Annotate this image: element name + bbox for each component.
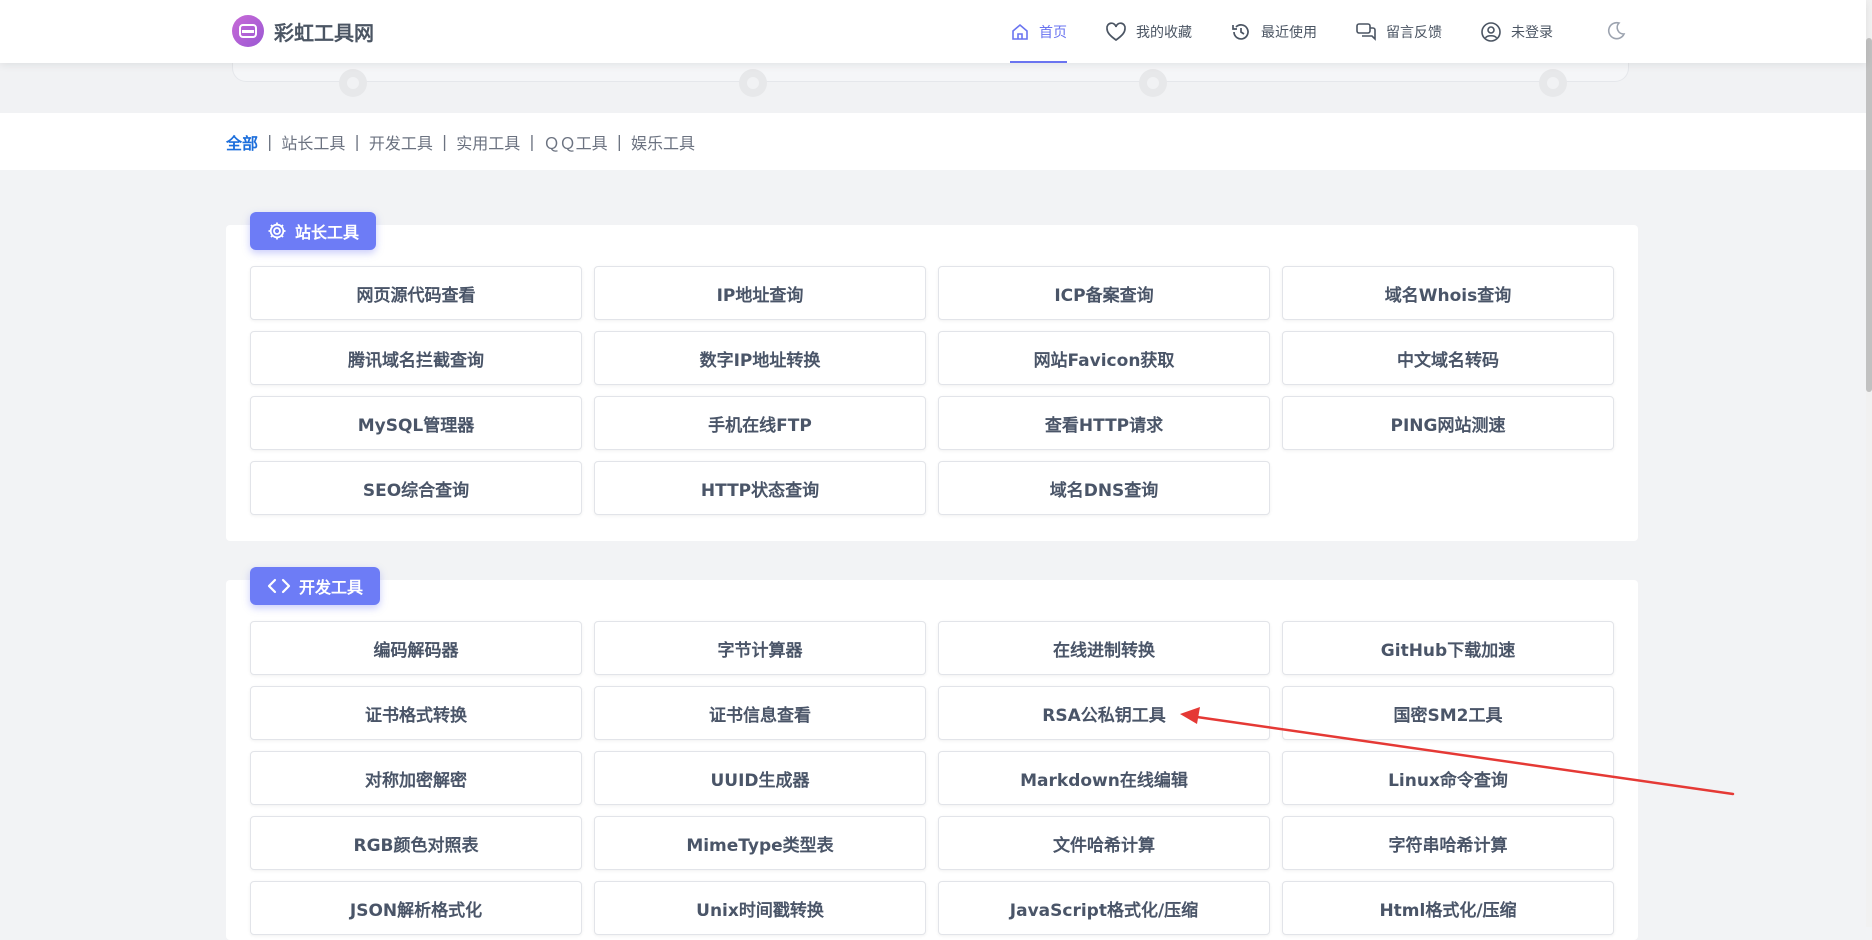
filter-separator: | (529, 132, 535, 151)
nav-login-label: 未登录 (1511, 24, 1553, 41)
tool-card[interactable]: Markdown在线编辑 (938, 751, 1270, 805)
tool-card[interactable]: 对称加密解密 (250, 751, 582, 805)
tool-card[interactable]: MimeType类型表 (594, 816, 926, 870)
nav-home-label: 首页 (1039, 24, 1067, 41)
search-strip (0, 53, 1866, 113)
tool-card[interactable]: 查看HTTP请求 (938, 396, 1270, 450)
filter-separator: | (354, 132, 360, 151)
tool-card[interactable]: 数字IP地址转换 (594, 331, 926, 385)
category-filter-bar: 全部 | 站长工具 | 开发工具 | 实用工具 | ＱＱ工具 | 娱乐工具 (0, 113, 1866, 170)
nav-favorites[interactable]: 我的收藏 (1105, 0, 1192, 63)
tool-card[interactable]: 腾讯域名拦截查询 (250, 331, 582, 385)
tool-card[interactable]: 网站Favicon获取 (938, 331, 1270, 385)
decor-dot (1539, 69, 1567, 97)
tool-card[interactable]: HTTP状态查询 (594, 461, 926, 515)
tool-card[interactable]: GitHub下载加速 (1282, 621, 1614, 675)
filter-qq[interactable]: ＱＱ工具 (544, 130, 608, 154)
gear-icon (268, 222, 286, 240)
category-filters: 全部 | 站长工具 | 开发工具 | 实用工具 | ＱＱ工具 | 娱乐工具 (226, 130, 695, 154)
tool-card[interactable]: RGB颜色对照表 (250, 816, 582, 870)
history-icon (1232, 23, 1249, 40)
tool-card[interactable]: 国密SM2工具 (1282, 686, 1614, 740)
decor-dot (739, 69, 767, 97)
filter-webmaster[interactable]: 站长工具 (281, 130, 345, 154)
nav-feedback[interactable]: 留言反馈 (1355, 0, 1442, 63)
section-webmaster-tools: 站长工具 网页源代码查看 IP地址查询 ICP备案查询 域名Whois查询 腾讯… (226, 212, 1638, 541)
main-nav: 首页 我的收藏 最近使用 留言反馈 未登录 (1010, 0, 1591, 63)
tool-card[interactable]: UUID生成器 (594, 751, 926, 805)
decor-dot (339, 69, 367, 97)
nav-favorites-label: 我的收藏 (1136, 24, 1192, 41)
user-icon (1481, 21, 1501, 42)
code-icon (267, 578, 291, 594)
tool-card[interactable]: Linux命令查询 (1282, 751, 1614, 805)
tool-card[interactable]: 文件哈希计算 (938, 816, 1270, 870)
tool-card[interactable]: 在线进制转换 (938, 621, 1270, 675)
nav-recent[interactable]: 最近使用 (1230, 0, 1317, 63)
tool-card[interactable]: 网页源代码查看 (250, 266, 582, 320)
filter-all[interactable]: 全部 (226, 130, 258, 154)
nav-login[interactable]: 未登录 (1480, 0, 1553, 63)
top-header: 彩虹工具网 首页 我的收藏 最近使用 留言反馈 未登录 (0, 0, 1866, 63)
toolbox-logo-icon (232, 15, 264, 47)
filter-utility[interactable]: 实用工具 (456, 130, 520, 154)
section-title: 站长工具 (295, 223, 360, 242)
tool-card[interactable]: 编码解码器 (250, 621, 582, 675)
heart-icon (1106, 21, 1126, 41)
section-title-badge: 站长工具 (250, 212, 377, 250)
nav-home[interactable]: 首页 (1010, 0, 1067, 63)
chat-icon (1356, 22, 1376, 41)
tool-card[interactable]: ICP备案查询 (938, 266, 1270, 320)
vertical-scrollbar[interactable] (1866, 0, 1872, 927)
home-icon (1012, 23, 1028, 40)
tool-card[interactable]: 字符串哈希计算 (1282, 816, 1614, 870)
site-logo[interactable]: 彩虹工具网 (232, 15, 374, 47)
scrollbar-thumb[interactable] (1866, 38, 1872, 392)
nav-feedback-label: 留言反馈 (1386, 24, 1442, 41)
tool-card[interactable]: PING网站测速 (1282, 396, 1614, 450)
tool-card[interactable]: 域名Whois查询 (1282, 266, 1614, 320)
tool-card[interactable]: 中文域名转码 (1282, 331, 1614, 385)
tool-card[interactable]: IP地址查询 (594, 266, 926, 320)
tool-card[interactable]: MySQL管理器 (250, 396, 582, 450)
filter-separator: | (441, 132, 448, 151)
tool-card[interactable]: 字节计算器 (594, 621, 926, 675)
tool-card[interactable]: 域名DNS查询 (938, 461, 1270, 515)
section-title: 开发工具 (299, 578, 364, 597)
decor-dot (1139, 69, 1167, 97)
tool-card[interactable]: 手机在线FTP (594, 396, 926, 450)
filter-separator: | (616, 132, 623, 151)
filter-fun[interactable]: 娱乐工具 (631, 130, 695, 154)
tool-grid: 网页源代码查看 IP地址查询 ICP备案查询 域名Whois查询 腾讯域名拦截查… (250, 266, 1614, 515)
tool-card[interactable]: 证书格式转换 (250, 686, 582, 740)
tool-grid: 编码解码器 字节计算器 在线进制转换 GitHub下载加速 证书格式转换 证书信… (250, 621, 1614, 935)
tool-card[interactable]: 证书信息查看 (594, 686, 926, 740)
filter-separator: | (267, 132, 273, 151)
tool-card[interactable]: RSA公私钥工具 (938, 686, 1270, 740)
filter-dev[interactable]: 开发工具 (369, 130, 433, 154)
section-dev-tools: 开发工具 编码解码器 字节计算器 在线进制转换 GitHub下载加速 证书格式转… (226, 567, 1638, 940)
tool-card[interactable]: SEO综合查询 (250, 461, 582, 515)
nav-recent-label: 最近使用 (1261, 24, 1317, 41)
section-title-badge: 开发工具 (250, 567, 381, 605)
moon-icon[interactable] (1605, 20, 1627, 42)
site-title: 彩虹工具网 (274, 20, 374, 45)
